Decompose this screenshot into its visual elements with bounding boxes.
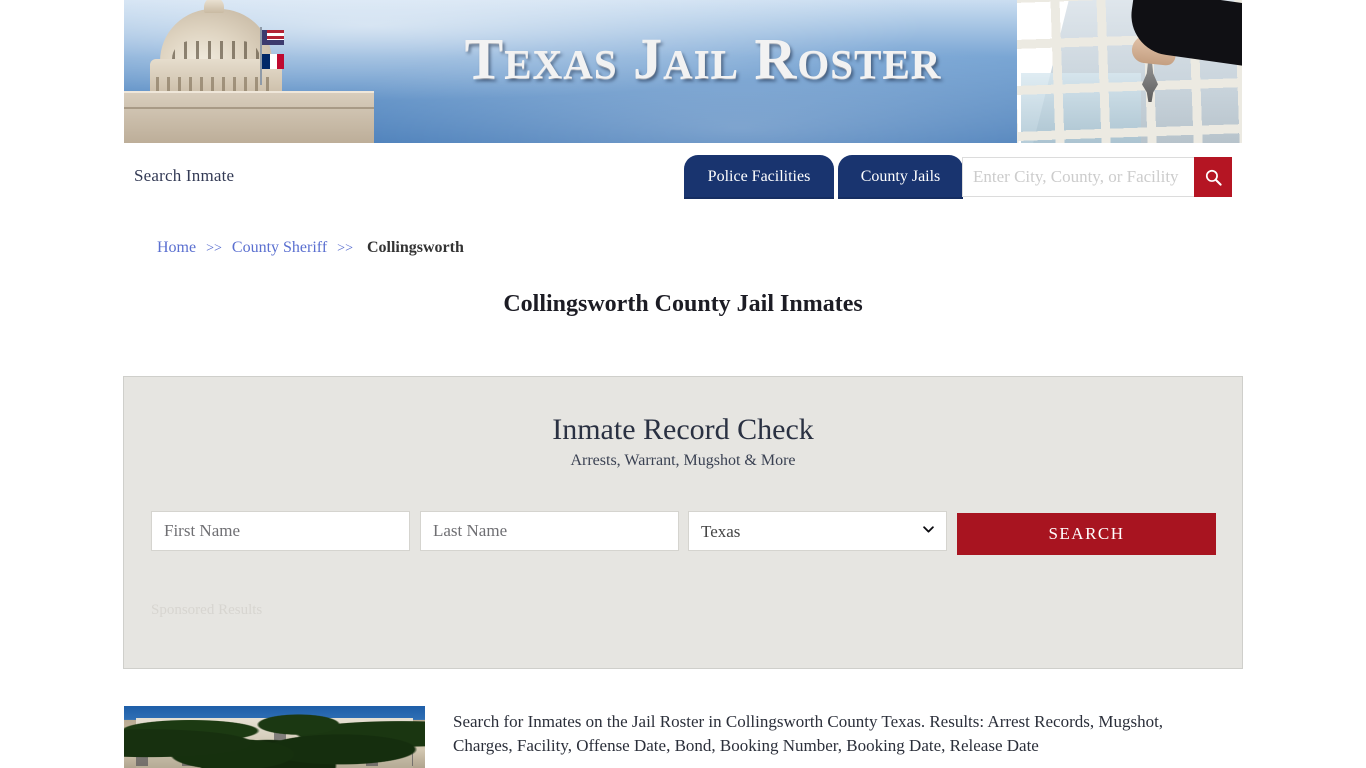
record-search-button[interactable]: SEARCH <box>957 513 1216 555</box>
breadcrumb-item-county-sheriff[interactable]: County Sheriff <box>232 239 327 256</box>
site-title: Texas Jail Roster <box>464 26 942 91</box>
header-search <box>962 157 1232 197</box>
result-row: Search for Inmates on the Jail Roster in… <box>124 706 1244 768</box>
courthouse-thumbnail[interactable] <box>124 706 425 768</box>
breadcrumb-separator-2: >> <box>337 241 353 256</box>
site-banner: Texas Jail Roster <box>124 0 1242 143</box>
panel-title: Inmate Record Check <box>552 413 814 446</box>
breadcrumb-separator: >> <box>206 241 222 256</box>
brand-label[interactable]: Search Inmate <box>134 166 234 186</box>
breadcrumb: Home >> County Sheriff >> Collingsworth <box>157 239 464 257</box>
sponsored-results-label: Sponsored Results <box>151 602 263 618</box>
tab-police-facilities-label: Police Facilities <box>707 168 811 185</box>
breadcrumb-item-home[interactable]: Home <box>157 239 196 256</box>
tab-county-jails-label: County Jails <box>860 168 941 185</box>
search-input[interactable] <box>962 157 1194 197</box>
result-description: Search for Inmates on the Jail Roster in… <box>453 712 1164 755</box>
inmate-search-form: Texas SEARCH <box>151 511 1217 555</box>
search-submit-button[interactable] <box>1194 157 1232 197</box>
state-select-wrapper: Texas <box>688 511 947 551</box>
tab-police-facilities[interactable]: Police Facilities <box>684 155 834 199</box>
inmate-record-check-panel: Inmate Record Check Arrests, Warrant, Mu… <box>123 376 1243 669</box>
first-name-input[interactable] <box>151 511 410 551</box>
panel-subtitle: Arrests, Warrant, Mugshot & More <box>570 452 796 469</box>
breadcrumb-item-current: Collingsworth <box>366 239 464 256</box>
search-icon <box>1205 169 1222 186</box>
last-name-input[interactable] <box>420 511 679 551</box>
page-title: Collingsworth County Jail Inmates <box>503 291 863 317</box>
state-select[interactable]: Texas <box>688 511 947 551</box>
navbar: Search Inmate Police Facilities County J… <box>124 143 1242 211</box>
page-root: Texas Jail Roster Search Inmate Police F… <box>0 0 1366 768</box>
tab-county-jails[interactable]: County Jails <box>838 155 963 199</box>
